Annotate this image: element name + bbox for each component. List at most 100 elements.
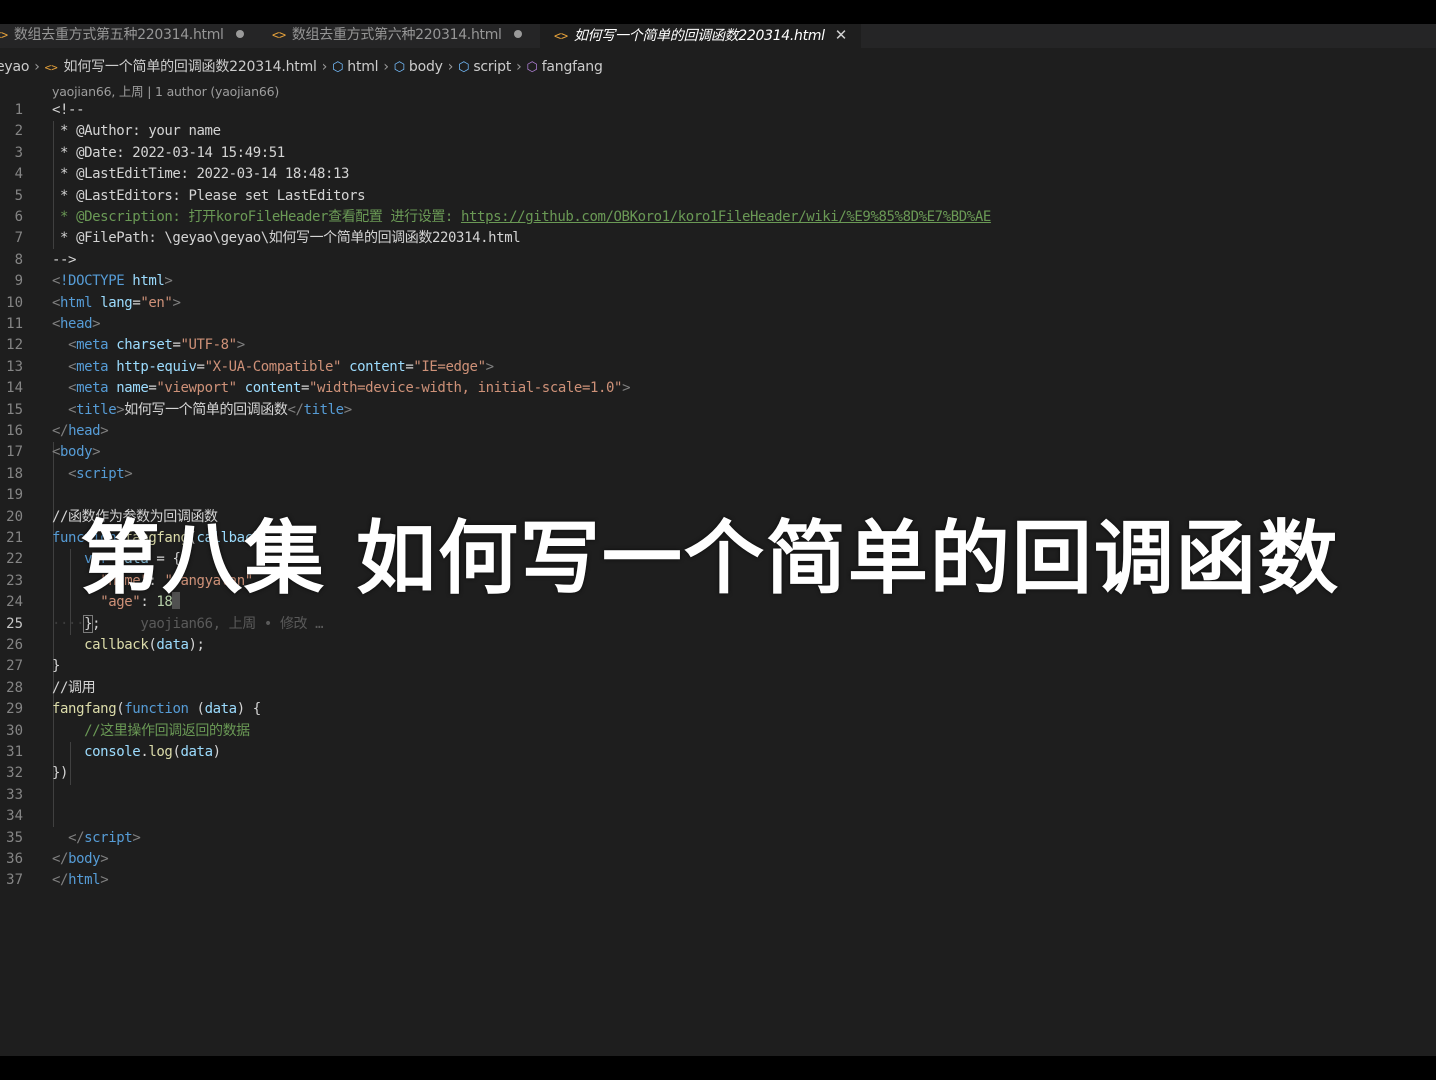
chevron-right-icon: ›: [321, 59, 328, 75]
html-file-icon: <>: [44, 61, 58, 74]
code-text: * @Description: 打开koroFileHeader查看配置 进行设…: [52, 207, 991, 228]
code-text: <body>: [52, 444, 101, 461]
code-line[interactable]: 37 </html>: [0, 870, 1436, 891]
breadcrumb-file[interactable]: 如何写一个简单的回调函数220314.html: [64, 59, 317, 75]
code-line[interactable]: 29 fangfang(function (data) {: [0, 699, 1436, 720]
code-line[interactable]: 31 console.log(data): [0, 742, 1436, 763]
close-icon[interactable]: ✕: [835, 26, 848, 44]
code-text: <html lang="en">: [52, 294, 181, 311]
inline-blame: yaojian66, 上周 • 修改 …: [140, 615, 324, 632]
chevron-right-icon: ›: [447, 59, 454, 75]
line-number: 17: [6, 444, 23, 461]
line-number: 24: [6, 594, 23, 611]
code-text: </body>: [52, 851, 109, 867]
code-text: * @Date: 2022-03-14 15:49:51: [52, 144, 285, 161]
code-line[interactable]: 10 <html lang="en">: [0, 293, 1436, 314]
code-line[interactable]: 2 * @Author: your name: [0, 121, 1436, 142]
code-line-current[interactable]: 25 ····}; yaojian66, 上周 • 修改 …: [0, 614, 1436, 635]
code-text: console.log(data): [84, 744, 221, 760]
code-line[interactable]: 6 * @Description: 打开koroFileHeader查看配置 进…: [0, 207, 1436, 228]
code-line[interactable]: 1 <!--: [0, 100, 1436, 121]
editor-window: <> 数组去重方式第五种220314.html <> 数组去重方式第六种220314…: [0, 24, 1436, 1056]
code-line[interactable]: 28 //调用: [0, 678, 1436, 699]
cube-icon: ⬡: [332, 60, 344, 75]
tab-dedupe-sixth[interactable]: <> 数组去重方式第六种220314.html: [272, 24, 522, 48]
code-text: </script>: [68, 829, 141, 846]
code-line[interactable]: 5 * @LastEditors: Please set LastEditors: [0, 186, 1436, 207]
line-number: 4: [14, 166, 23, 183]
line-number: 12: [6, 337, 23, 354]
html-file-icon: <>: [0, 28, 8, 42]
line-number: 6: [14, 209, 23, 225]
code-line[interactable]: 15 <title>如何写一个简单的回调函数</title>: [0, 400, 1436, 421]
code-line[interactable]: 9 <!DOCTYPE html>: [0, 271, 1436, 292]
breadcrumb-html[interactable]: html: [347, 59, 378, 75]
unsaved-dot-icon: [513, 30, 522, 38]
code-text: * @LastEditTime: 2022-03-14 18:48:13: [52, 166, 350, 183]
code-text: * @FilePath: \geyao\geyao\如何写一个简单的回调函数22…: [52, 230, 521, 247]
code-text: * @LastEditors: Please set LastEditors: [52, 187, 366, 204]
line-number: 18: [6, 465, 23, 482]
code-line[interactable]: 16 </head>: [0, 421, 1436, 442]
function-cube-icon: ⬡: [526, 60, 538, 75]
code-text: }): [52, 765, 69, 782]
line-number: 32: [6, 765, 23, 782]
code-line[interactable]: 8 -->: [0, 250, 1436, 271]
code-line[interactable]: 13 <meta http-equiv="X-UA-Compatible" co…: [0, 357, 1436, 378]
tab-dedupe-fifth[interactable]: <> 数组去重方式第五种220314.html: [0, 24, 244, 48]
line-number: 1: [14, 102, 23, 118]
codelens-blame[interactable]: yaojian66, 上周 | 1 author (yaojian66): [52, 81, 279, 100]
code-text: <meta charset="UTF-8">: [68, 337, 245, 354]
video-caption-overlay: 第八集 如何写一个简单的回调函数: [80, 512, 1340, 605]
line-number: 3: [14, 144, 23, 161]
code-line[interactable]: 34: [0, 806, 1436, 827]
line-number: 13: [6, 358, 23, 375]
breadcrumb-fangfang[interactable]: fangfang: [542, 59, 603, 75]
tab-callback-function[interactable]: <> 如何写一个简单的回调函数220314.html ✕: [540, 24, 862, 48]
code-line[interactable]: 32}): [0, 763, 1436, 784]
code-text: <title>如何写一个简单的回调函数</title>: [68, 401, 352, 418]
code-line[interactable]: 27}: [0, 656, 1436, 677]
code-line[interactable]: 33: [0, 785, 1436, 806]
code-line[interactable]: 3 * @Date: 2022-03-14 15:49:51: [0, 143, 1436, 164]
line-number: 34: [6, 808, 23, 825]
code-line[interactable]: 17 <body>: [0, 442, 1436, 463]
line-number: 26: [6, 637, 23, 653]
chevron-right-icon: ›: [383, 59, 389, 75]
line-number: 19: [6, 487, 23, 504]
unsaved-dot-icon: [235, 30, 244, 38]
html-file-icon: <>: [554, 29, 568, 43]
line-number: 11: [6, 316, 23, 332]
line-number: 22: [6, 551, 23, 568]
line-number: 7: [14, 230, 23, 247]
breadcrumb-script[interactable]: script: [473, 59, 511, 75]
breadcrumb-body[interactable]: body: [409, 59, 443, 75]
line-number: 28: [6, 679, 23, 696]
line-number: 8: [14, 251, 23, 268]
breadcrumb: eyao › <> 如何写一个简单的回调函数220314.html › ⬡ html › ⬡ bo…: [0, 57, 603, 77]
line-number: 27: [6, 658, 23, 675]
code-line[interactable]: 14 <meta name="viewport" content="width=…: [0, 378, 1436, 399]
code-text: <meta http-equiv="X-UA-Compatible" conte…: [68, 358, 494, 375]
code-line[interactable]: 35 </script>: [0, 828, 1436, 849]
line-number: 15: [6, 401, 23, 418]
line-number: 31: [6, 744, 23, 760]
chevron-right-icon: ›: [516, 59, 522, 75]
tab-label: 数组去重方式第六种220314.html: [291, 27, 502, 43]
line-number: 29: [6, 701, 23, 718]
code-line[interactable]: 30 //这里操作回调返回的数据: [0, 721, 1436, 742]
code-line[interactable]: 36 </body>: [0, 849, 1436, 870]
code-line[interactable]: 26 callback(data);: [0, 635, 1436, 656]
code-line[interactable]: 7 * @FilePath: \geyao\geyao\如何写一个简单的回调函数…: [0, 228, 1436, 249]
code-line[interactable]: 18 <script>: [0, 464, 1436, 485]
code-line[interactable]: 12 <meta charset="UTF-8">: [0, 335, 1436, 356]
breadcrumb-folder[interactable]: eyao: [0, 59, 29, 75]
code-line[interactable]: 11 <head>: [0, 314, 1436, 335]
code-text: <meta name="viewport" content="width=dev…: [68, 380, 631, 397]
line-number: 20: [6, 508, 23, 525]
comment-link[interactable]: https://github.com/OBKoro1/koro1FileHead…: [461, 209, 991, 225]
line-number: 23: [6, 572, 23, 589]
code-line[interactable]: 4 * @LastEditTime: 2022-03-14 18:48:13: [0, 164, 1436, 185]
line-number: 5: [14, 187, 23, 204]
code-text: callback(data);: [84, 637, 205, 653]
